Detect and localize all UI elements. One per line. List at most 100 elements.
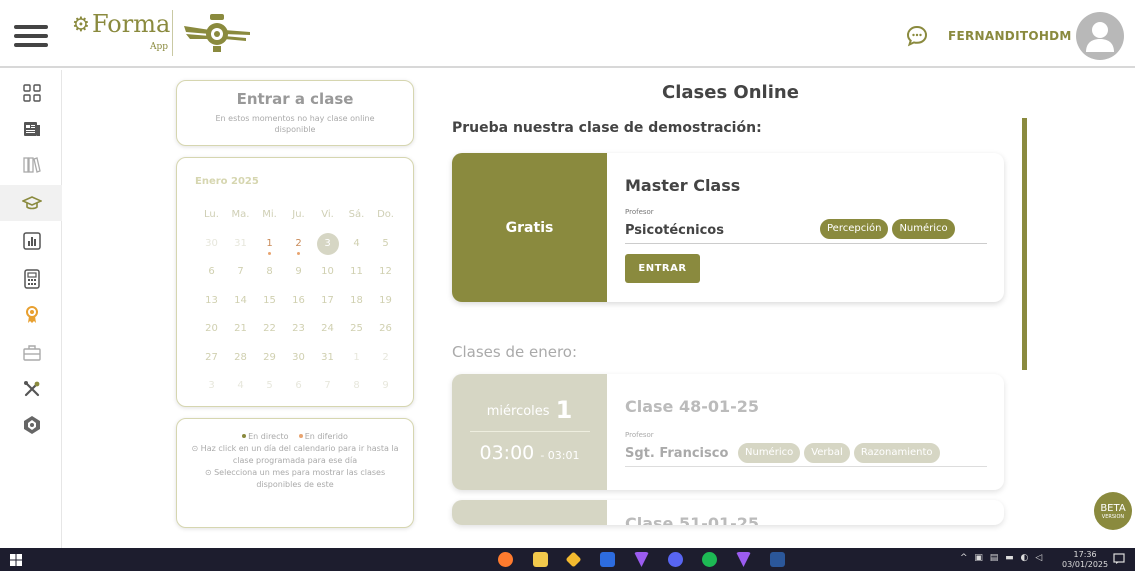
sidebar-item-classes[interactable] xyxy=(21,192,43,214)
firefox-icon[interactable] xyxy=(498,552,513,567)
calendar-day[interactable]: 24 xyxy=(313,321,342,350)
clock[interactable]: 17:36 03/01/2025 xyxy=(1062,550,1108,570)
calendar-day[interactable]: 15 xyxy=(255,293,284,322)
class-weekday: miércoles xyxy=(486,404,550,419)
calendar-day[interactable]: 9 xyxy=(371,378,400,407)
calendar-day[interactable]: 5 xyxy=(255,378,284,407)
calendar-day[interactable]: 3 xyxy=(313,232,342,265)
calendar-day[interactable]: 31 xyxy=(313,350,342,379)
calendar-day[interactable]: 4 xyxy=(226,378,255,407)
calendar-day[interactable]: 10 xyxy=(313,264,342,293)
master-class-card[interactable]: Gratis Master Class Profesor Psicotécnic… xyxy=(452,153,1004,302)
calendar-day[interactable]: 28 xyxy=(226,350,255,379)
calendar-day[interactable]: 8 xyxy=(255,264,284,293)
calendar-month-label[interactable]: Enero 2025 xyxy=(195,176,259,187)
calendar-day[interactable]: 11 xyxy=(342,264,371,293)
class-card[interactable]: Clase 51-01-25 xyxy=(452,500,1004,525)
legend-row: En directo En diferido xyxy=(177,431,413,443)
chat-bubble-icon[interactable] xyxy=(905,24,929,48)
spotify-icon[interactable] xyxy=(702,552,717,567)
calendar-day[interactable]: 25 xyxy=(342,321,371,350)
calendar-day[interactable]: 23 xyxy=(284,321,313,350)
tag-chip: Numérico xyxy=(892,219,955,239)
calendar-day[interactable]: 20 xyxy=(197,321,226,350)
calendar-day[interactable]: 16 xyxy=(284,293,313,322)
sidebar-item-calculator[interactable] xyxy=(21,268,43,290)
enter-button[interactable]: ENTRAR xyxy=(625,254,700,283)
system-tray-icons[interactable]: ^ ▣ ▤ ▬ ◐ ◁ xyxy=(960,553,1044,563)
calendar-day[interactable]: 29 xyxy=(255,350,284,379)
calendar-day-number: 7 xyxy=(237,266,244,277)
newspaper-icon xyxy=(24,122,40,136)
calendar-day[interactable]: 6 xyxy=(197,264,226,293)
legend-hint-2: ⊙ Selecciona un mes para mostrar las cla… xyxy=(204,468,386,489)
file-explorer-icon[interactable] xyxy=(533,552,548,567)
class-time: 03:00 - 03:01 xyxy=(452,442,607,464)
clock-date: 03/01/2025 xyxy=(1062,560,1109,569)
calendar-day[interactable]: 1 xyxy=(342,350,371,379)
calendar-day-number: 24 xyxy=(321,323,334,334)
vpn-icon[interactable] xyxy=(736,552,751,567)
word-icon[interactable] xyxy=(770,552,785,567)
calendar-day-number: 15 xyxy=(263,294,276,306)
calendar-day[interactable]: 9 xyxy=(284,264,313,293)
calendar-day[interactable]: 19 xyxy=(371,293,400,322)
calendar-day[interactable]: 5 xyxy=(371,236,400,265)
calendar-day[interactable]: 14 xyxy=(226,293,255,322)
calendar-day[interactable]: 21 xyxy=(226,321,255,350)
calendar-day-number: 14 xyxy=(234,294,247,306)
sidebar-item-news[interactable] xyxy=(21,118,43,140)
calendar-day[interactable]: 6 xyxy=(284,378,313,407)
calendar-day-number: 4 xyxy=(353,237,360,249)
logo-subtext: App xyxy=(150,42,169,52)
windows-start-icon[interactable] xyxy=(10,554,22,566)
username-label[interactable]: FERNANDITOHDM xyxy=(948,29,1072,43)
calendar-day[interactable]: 17 xyxy=(313,293,342,322)
beta-version-badge[interactable]: BETA VERSION xyxy=(1094,492,1132,530)
calendar-day[interactable]: 27 xyxy=(197,350,226,379)
calendar-day-number: 7 xyxy=(324,380,331,391)
calendar-day[interactable]: 2 xyxy=(284,236,313,265)
sidebar-item-dashboard[interactable] xyxy=(21,82,43,104)
scrollbar-thumb[interactable] xyxy=(1022,118,1027,370)
sidebar-item-stats[interactable] xyxy=(21,230,43,252)
calendar-day-number: 25 xyxy=(350,323,363,334)
calendar-day[interactable]: 26 xyxy=(371,321,400,350)
proton-vpn-icon[interactable] xyxy=(634,552,649,567)
calendar-day[interactable]: 7 xyxy=(226,264,255,293)
calendar-day[interactable]: 7 xyxy=(313,378,342,407)
calendar-day[interactable]: 4 xyxy=(342,236,371,265)
weekday-label: Ju. xyxy=(292,209,305,220)
calendar-day[interactable]: 31 xyxy=(226,236,255,265)
enter-class-card[interactable]: Entrar a clase En estos momentos no hay … xyxy=(176,80,414,146)
calendar-day[interactable]: 18 xyxy=(342,293,371,322)
class-card[interactable]: miércoles 1 03:00 - 03:01 Clase 48-01-25 … xyxy=(452,374,1004,490)
calendar-day[interactable]: 8 xyxy=(342,378,371,407)
calendar-day[interactable]: 30 xyxy=(284,350,313,379)
binance-icon[interactable] xyxy=(565,551,582,568)
sidebar-item-achievements[interactable] xyxy=(21,304,43,326)
live-dot-icon xyxy=(242,434,247,438)
notifications-icon[interactable] xyxy=(1113,553,1125,565)
calendar-day[interactable]: 1 xyxy=(255,236,284,265)
calendar-day[interactable]: 22 xyxy=(255,321,284,350)
discord-icon[interactable] xyxy=(668,552,683,567)
tag-chip: Numérico xyxy=(738,443,801,463)
calendar-day[interactable]: 13 xyxy=(197,293,226,322)
logo-divider xyxy=(172,10,173,56)
calendar-day[interactable]: 30 xyxy=(197,236,226,265)
tools-icon xyxy=(24,381,40,397)
windows-taskbar: ^ ▣ ▤ ▬ ◐ ◁ 17:36 03/01/2025 xyxy=(0,548,1135,571)
calendar-day[interactable]: 3 xyxy=(197,378,226,407)
sidebar-item-jobs[interactable] xyxy=(21,342,43,364)
sidebar-item-tools[interactable] xyxy=(21,378,43,400)
sidebar-item-library[interactable] xyxy=(21,154,43,176)
calendar-day[interactable]: 2 xyxy=(371,350,400,379)
hamburger-menu-icon[interactable] xyxy=(14,25,48,47)
forma-logo[interactable]: ⚙ Forma App xyxy=(72,10,250,58)
calendar-day[interactable]: 12 xyxy=(371,264,400,293)
bitwarden-icon[interactable] xyxy=(600,552,615,567)
beta-label: BETA xyxy=(1100,503,1126,514)
sidebar-item-forma[interactable] xyxy=(21,414,43,436)
user-avatar-icon[interactable] xyxy=(1076,12,1124,60)
